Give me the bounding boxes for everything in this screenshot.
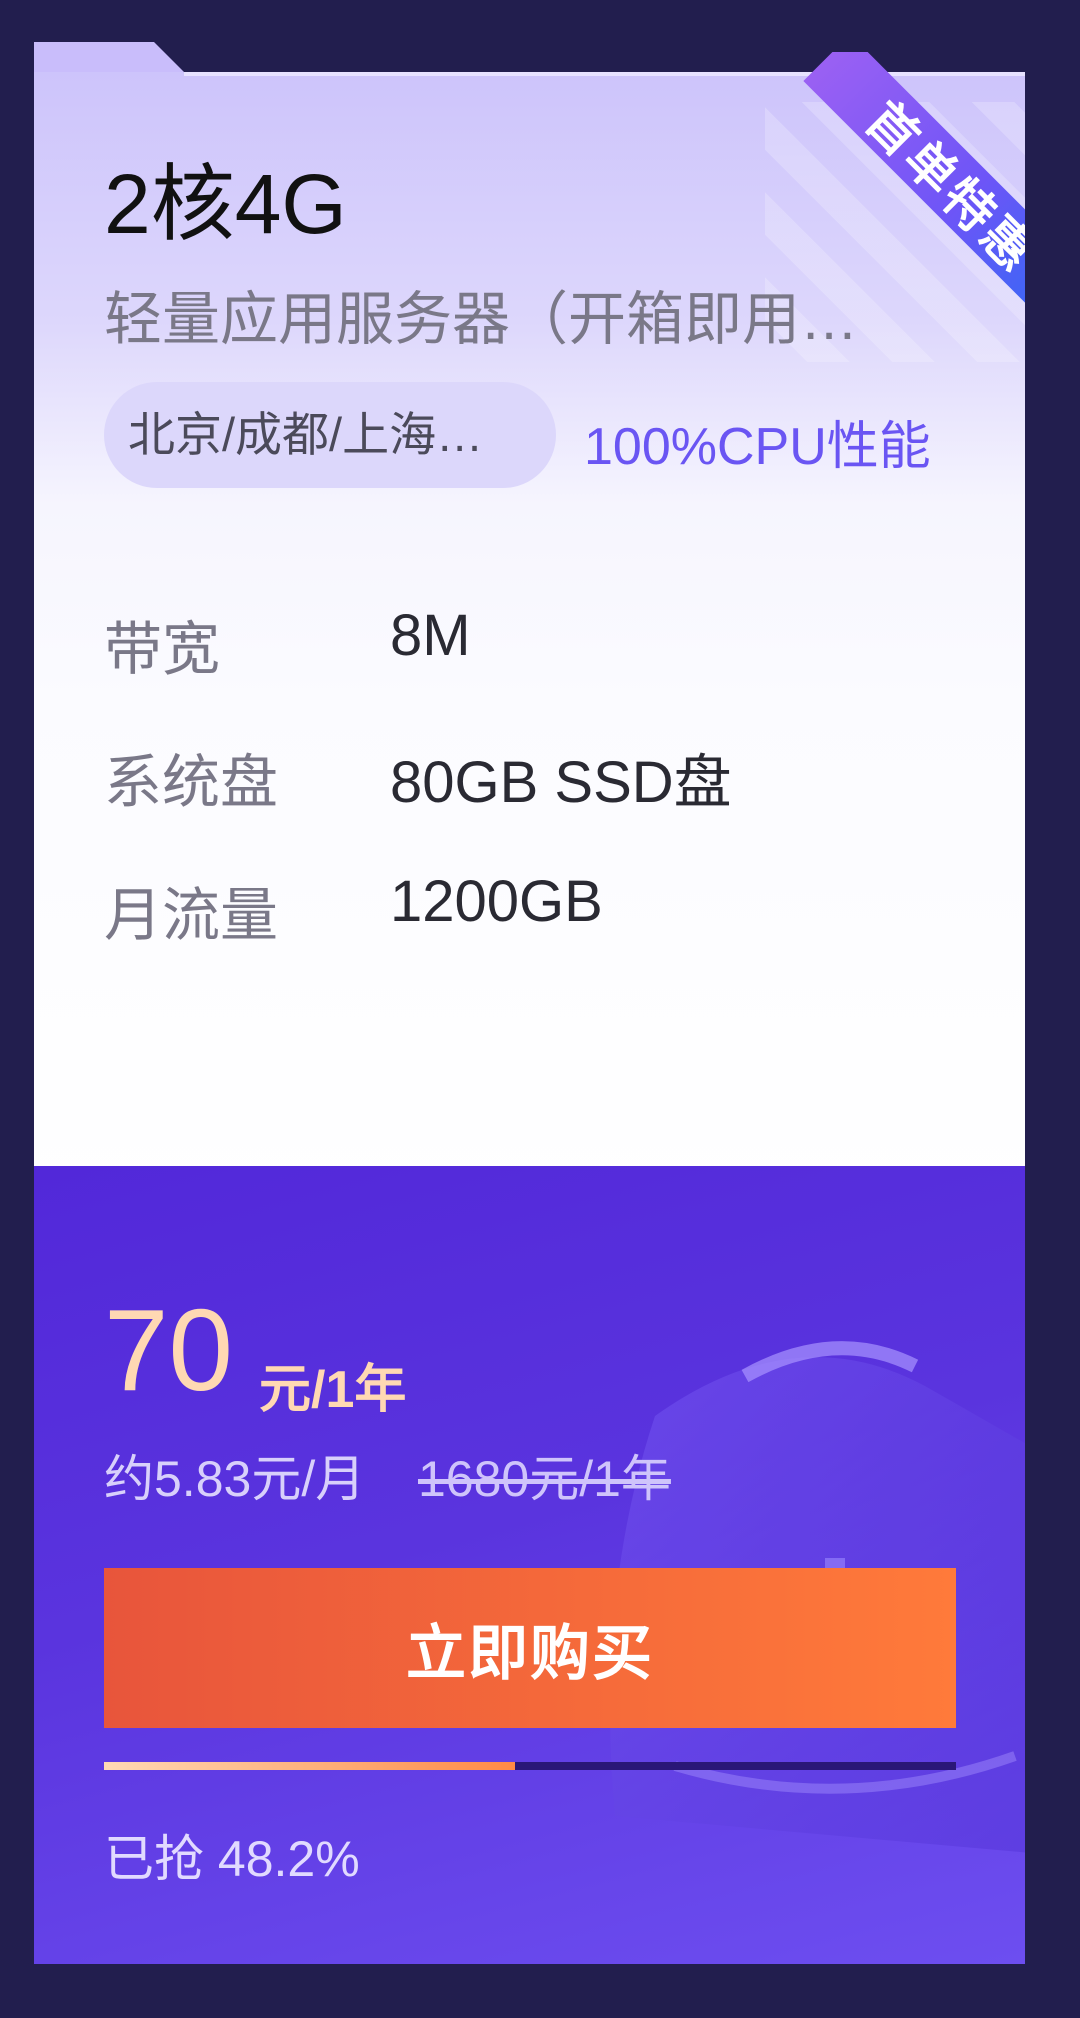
spec-label-bandwidth: 带宽: [104, 617, 221, 682]
sold-progress-fill: [104, 1762, 515, 1770]
monthly-price: 约5.83元/月: [104, 1451, 366, 1507]
buy-now-button[interactable]: 立即购买: [104, 1568, 956, 1728]
plan-subtitle: 轻量应用服务器（开箱即用…: [104, 287, 859, 352]
product-card: 首单特惠 2核4G 轻量应用服务器（开箱即用… 北京/成都/上海… 100%CP…: [34, 42, 1025, 1964]
spec-value-bandwidth: 8M: [390, 603, 471, 668]
region-tag[interactable]: 北京/成都/上海…: [104, 382, 556, 488]
sold-percentage-text: 已抢 48.2%: [104, 1831, 360, 1887]
cpu-performance-tag: 100%CPU性能: [584, 418, 931, 476]
spec-value-traffic: 1200GB: [390, 869, 603, 934]
price-unit: 元/1年: [259, 1361, 407, 1419]
price-amount: 70: [104, 1285, 234, 1415]
spec-label-disk: 系统盘: [104, 750, 279, 815]
original-price: 1680元/1年: [418, 1451, 671, 1507]
plan-title: 2核4G: [104, 157, 347, 251]
spec-label-traffic: 月流量: [104, 883, 279, 948]
sold-progress-bar: [104, 1762, 956, 1770]
spec-value-disk: 80GB SSD盘: [390, 750, 732, 815]
